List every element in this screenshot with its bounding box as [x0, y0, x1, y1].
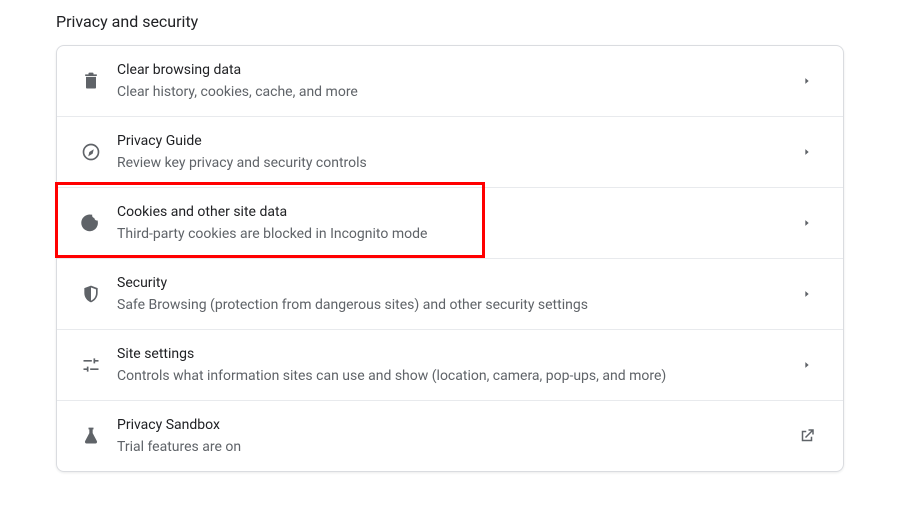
row-subtitle: Clear history, cookies, cache, and more	[117, 82, 779, 102]
cookie-icon	[81, 213, 117, 233]
external-link-icon	[795, 427, 819, 445]
sliders-icon	[81, 355, 117, 375]
row-subtitle: Trial features are on	[117, 437, 779, 457]
flask-icon	[81, 426, 117, 446]
settings-card: Clear browsing data Clear history, cooki…	[56, 45, 844, 472]
row-subtitle: Safe Browsing (protection from dangerous…	[117, 295, 779, 315]
row-title: Clear browsing data	[117, 60, 779, 80]
row-subtitle: Review key privacy and security controls	[117, 153, 779, 173]
compass-icon	[81, 142, 117, 162]
row-privacy-guide[interactable]: Privacy Guide Review key privacy and sec…	[57, 116, 843, 187]
row-privacy-sandbox[interactable]: Privacy Sandbox Trial features are on	[57, 400, 843, 471]
row-cookies[interactable]: Cookies and other site data Third-party …	[57, 187, 843, 258]
row-text: Privacy Sandbox Trial features are on	[117, 415, 795, 457]
row-subtitle: Controls what information sites can use …	[117, 366, 779, 386]
row-text: Cookies and other site data Third-party …	[117, 202, 795, 244]
row-clear-browsing-data[interactable]: Clear browsing data Clear history, cooki…	[57, 46, 843, 116]
row-title: Privacy Guide	[117, 131, 779, 151]
chevron-right-icon	[795, 360, 819, 370]
row-title: Privacy Sandbox	[117, 415, 779, 435]
row-site-settings[interactable]: Site settings Controls what information …	[57, 329, 843, 400]
row-title: Security	[117, 273, 779, 293]
row-text: Site settings Controls what information …	[117, 344, 795, 386]
row-security[interactable]: Security Safe Browsing (protection from …	[57, 258, 843, 329]
row-title: Cookies and other site data	[117, 202, 779, 222]
row-text: Security Safe Browsing (protection from …	[117, 273, 795, 315]
shield-icon	[81, 284, 117, 304]
chevron-right-icon	[795, 289, 819, 299]
section-title: Privacy and security	[56, 12, 844, 31]
row-title: Site settings	[117, 344, 779, 364]
chevron-right-icon	[795, 147, 819, 157]
chevron-right-icon	[795, 76, 819, 86]
row-text: Clear browsing data Clear history, cooki…	[117, 60, 795, 102]
trash-icon	[81, 71, 117, 91]
chevron-right-icon	[795, 218, 819, 228]
row-subtitle: Third-party cookies are blocked in Incog…	[117, 224, 779, 244]
row-text: Privacy Guide Review key privacy and sec…	[117, 131, 795, 173]
